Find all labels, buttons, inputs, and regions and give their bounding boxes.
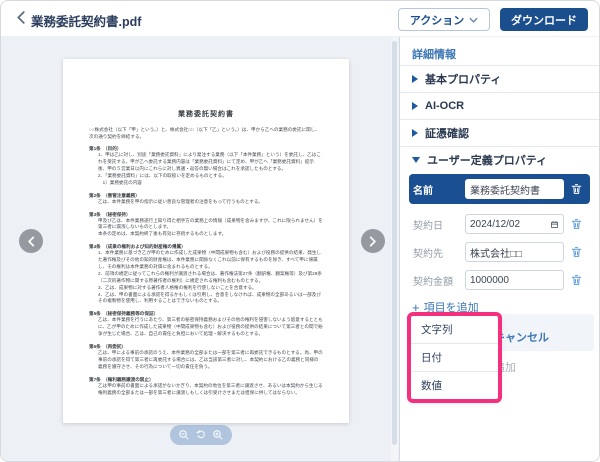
document-section: 第3条 （秘密保持）甲及び乙は、本件業務遂行上知り得た相手方の業務上の情報（成果… (89, 212, 323, 239)
action-button[interactable]: アクション (398, 8, 490, 31)
document-section: 第4条 （成果の権利および知的財産権の帰属）1．本件業務に基づき乙が甲のために作… (89, 244, 323, 305)
delete-property-button[interactable] (569, 245, 583, 260)
document-section: 第6条 （再委託）乙は、甲による事前の承諾のうえ、本件業務の全部または一部を第三… (89, 344, 323, 371)
document-text-line: 3．乙は、成果物に対する著作者人格権の権利を行使しないことを合意する。 (98, 285, 323, 292)
document-intro: ○○株式会社（以下「甲」という。）と、株式会社□□（以下「乙」という。）は、甲か… (89, 126, 323, 140)
amount-field-wrapper (465, 270, 564, 290)
document-section: 第2条 （善管注意義務）乙は、本件業務を甲の指示に従い善良な管理者の注意をもって… (89, 193, 323, 206)
scrollbar-thumb[interactable] (392, 41, 397, 445)
contract-amount-input[interactable] (470, 275, 559, 286)
action-button-label: アクション (410, 12, 464, 28)
document-text-line: 乙は、本件業務を甲の指示に従い善良な管理者の注意をもって行うものとする。 (98, 199, 323, 206)
property-label: 契約金額 (409, 273, 465, 288)
chevron-right-icon (369, 236, 377, 247)
document-title: 業務委託契約書 (89, 109, 323, 119)
section-evidence-check[interactable]: 証憑確認 (400, 119, 600, 146)
property-row-contract-party[interactable]: 契約先 (409, 240, 590, 264)
date-field-wrapper (465, 214, 564, 234)
section-label: 基本プロパティ (425, 71, 501, 87)
document-section: 第7条 （権利義務譲渡の禁止）乙は甲の事前の書面による承諾がないかぎり、本契約の… (89, 377, 323, 397)
document-text-line: 1．甲は乙に対し、別途「業務委託資料」により発注する業務（以下「本件業務」という… (98, 152, 323, 173)
document-text-line: 2．前項の規定に従ってこれらの権利が譲渡される場合は、著作権法第27条（翻訳権、… (98, 271, 323, 285)
zoom-controls (170, 425, 232, 445)
document-section: 第5条 （秘密保持義務等の保証）乙は、本件業務を行うにあたり、第三者の秘密保持義… (89, 311, 323, 338)
chevron-down-icon (412, 157, 420, 163)
delete-property-button[interactable] (569, 217, 583, 232)
chevron-right-icon (412, 75, 418, 83)
field-type-dropdown: 文字列 日付 数値 (411, 316, 498, 399)
section-label: 証憑確認 (425, 125, 469, 141)
delete-property-button[interactable] (569, 273, 583, 288)
trash-icon (570, 245, 583, 259)
preview-scrollbar[interactable] (391, 37, 398, 462)
document-text-line: 4．乙は、甲の書面による承諾を得るかもしくは引用し、合意をしなければ、成果物の全… (98, 292, 323, 306)
trash-icon (570, 273, 583, 287)
rotate-icon (195, 429, 207, 441)
file-title: 業務委託契約書.pdf (31, 11, 141, 30)
document-text-line: 甲及び乙は、本件業務遂行上知り得た相手方の業務上の情報（成果物を含みますが、これ… (98, 218, 323, 232)
zoom-in-icon (212, 429, 224, 441)
contract-date-input[interactable] (470, 219, 548, 230)
calendar-icon[interactable] (550, 220, 559, 229)
sidebar-title: 詳細情報 (412, 46, 456, 62)
document-section: 第1条 （目的）1．甲は乙に対し、別途「業務委託資料」により発注する業務（以下「… (89, 146, 323, 186)
document-sections: 第1条 （目的）1．甲は乙に対し、別途「業務委託資料」により発注する業務（以下「… (89, 146, 323, 396)
delete-property-button[interactable] (569, 182, 583, 197)
chevron-down-icon (469, 17, 478, 23)
add-item-button[interactable]: + 項目を追加 (412, 299, 479, 315)
chevron-right-icon (412, 102, 418, 110)
contract-party-input[interactable] (470, 247, 559, 258)
top-bar: 業務委託契約書.pdf アクション ダウンロード (1, 1, 599, 37)
section-user-defined-properties[interactable]: ユーザー定義プロパティ (400, 146, 600, 173)
section-basic-properties[interactable]: 基本プロパティ (400, 65, 600, 92)
details-sidebar: 詳細情報 基本プロパティ AI-OCR 証憑確認 ユーザー定義プロパティ 名前 (399, 37, 600, 462)
document-text-line: 乙は、甲による事前の承諾のうえ、本件業務の全部または一部を第三者に再委託できるも… (98, 350, 323, 371)
property-row-contract-amount[interactable]: 契約金額 (409, 268, 590, 292)
previous-page-button[interactable] (19, 229, 43, 253)
app-window: 業務委託契約書.pdf アクション ダウンロード 業務委託契約書 ○○株式会社（… (0, 0, 600, 462)
property-label: 契約日 (409, 217, 465, 232)
next-page-button[interactable] (361, 229, 385, 253)
trash-icon (570, 182, 583, 196)
zoom-out-icon (178, 429, 190, 441)
back-button[interactable] (11, 10, 29, 28)
name-field-wrapper (465, 179, 564, 199)
chevron-left-icon (27, 236, 35, 247)
property-label: 契約先 (409, 245, 465, 260)
document-text-line: 乙は、本件業務を行うにあたり、第三者の秘密保持義務およびその他の権利を侵害しない… (98, 317, 323, 338)
cancel-button[interactable]: キャンセル (494, 329, 549, 345)
dropdown-option-date[interactable]: 日付 (411, 343, 498, 371)
section-label: AI-OCR (425, 100, 464, 112)
property-label: 名前 (409, 182, 465, 197)
section-ai-ocr[interactable]: AI-OCR (400, 92, 600, 119)
property-row-contract-date[interactable]: 契約日 (409, 212, 590, 236)
party-field-wrapper (465, 242, 564, 262)
plus-icon: + (412, 301, 420, 314)
add-item-label: 項目を追加 (424, 299, 479, 315)
document-text-line: 1）業務委託の内容 (98, 180, 323, 187)
chevron-left-icon (16, 11, 25, 24)
zoom-out-button[interactable] (177, 429, 190, 442)
property-row-name[interactable]: 名前 (409, 174, 590, 204)
document-text-line: 1．本件業務に基づき乙が甲のために作成した成果物（中間成果物も含む）および役務の… (98, 250, 323, 271)
document-text-line: 2．「業務委託資料」には、以下の取扱いを定めるものとする。 (98, 173, 323, 180)
rotate-button[interactable] (194, 429, 207, 442)
sidebar-sections: 基本プロパティ AI-OCR 証憑確認 ユーザー定義プロパティ (400, 65, 600, 173)
dropdown-option-string[interactable]: 文字列 (411, 316, 498, 343)
section-label: ユーザー定義プロパティ (427, 152, 547, 168)
document-text-line: 本条の定めは、本契約終了後も有効に存続するものとします。 (98, 231, 323, 238)
document-page: 業務委託契約書 ○○株式会社（以下「甲」という。）と、株式会社□□（以下「乙」と… (63, 59, 349, 423)
document-preview-area: 業務委託契約書 ○○株式会社（以下「甲」という。）と、株式会社□□（以下「乙」と… (1, 37, 399, 462)
trash-icon (570, 217, 583, 231)
download-button[interactable]: ダウンロード (500, 8, 588, 31)
document-text-line: 乙は甲の事前の書面による承諾がないかぎり、本契約の地位を第三者に譲渡させ、あるい… (98, 383, 323, 397)
name-input[interactable] (470, 184, 559, 195)
dropdown-option-number[interactable]: 数値 (411, 371, 498, 399)
chevron-right-icon (412, 129, 418, 137)
zoom-in-button[interactable] (212, 429, 225, 442)
